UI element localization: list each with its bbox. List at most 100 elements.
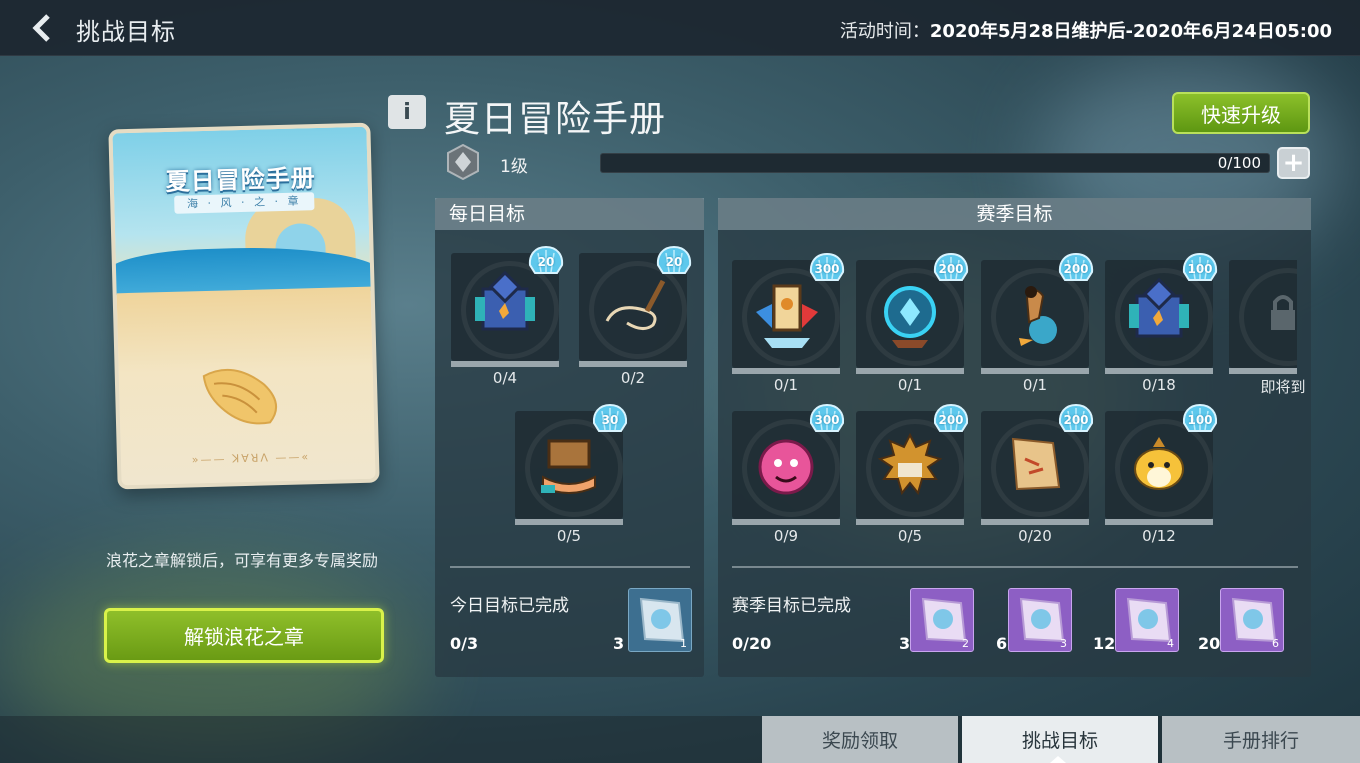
shell-points-badge: 20 bbox=[655, 245, 693, 279]
back-button[interactable] bbox=[30, 12, 62, 44]
fast-upgrade-button[interactable]: 快速升级 bbox=[1172, 92, 1310, 134]
active-tab-marker bbox=[1050, 756, 1066, 763]
lock-icon bbox=[1271, 295, 1295, 330]
level-progress-bar: 0/100 bbox=[600, 153, 1270, 173]
daily-reward-item[interactable]: 1 bbox=[628, 588, 692, 652]
goal-progress: 0/2 bbox=[620, 369, 646, 387]
reward-qty: 6 bbox=[1272, 637, 1279, 650]
season-goal-tile[interactable]: 300 bbox=[732, 252, 845, 376]
shell-points: 300 bbox=[814, 262, 840, 276]
shell-points-badge: 20 bbox=[527, 245, 565, 279]
conch-shell-icon bbox=[202, 368, 278, 425]
chevron-left-icon bbox=[32, 14, 50, 42]
event-time-value: 2020年5月28日维护后-2020年6月24日05:00 bbox=[929, 21, 1332, 42]
goal-progress: 0/1 bbox=[773, 376, 799, 394]
shell-points: 30 bbox=[601, 413, 619, 427]
reward-qty: 4 bbox=[1167, 637, 1174, 650]
add-exp-button[interactable]: + bbox=[1277, 147, 1310, 179]
shell-points-badge: 200 bbox=[1057, 252, 1095, 286]
daily-reward-need: 3 bbox=[613, 634, 625, 653]
book-cover-card: 夏日冒险手册 海 · 风 · 之 · 章 »—— ꓘꓯꓤꓥ ——« bbox=[108, 122, 380, 490]
season-goal-tile[interactable]: 200 bbox=[856, 252, 969, 376]
unlock-description: 浪花之章解锁后，可享有更多专属奖励 bbox=[106, 551, 379, 570]
goal-tile-frame bbox=[1229, 260, 1297, 368]
goal-tile-bar bbox=[981, 368, 1089, 374]
goal-tile-bar bbox=[579, 361, 687, 367]
season-reward-item[interactable]: 6 bbox=[1220, 588, 1284, 652]
shell-points: 200 bbox=[938, 413, 964, 427]
goal-tile-bar bbox=[856, 519, 964, 525]
daily-goal-tile[interactable]: 30 bbox=[515, 403, 628, 527]
reward-qty: 3 bbox=[1060, 637, 1067, 650]
shell-points-badge: 300 bbox=[808, 403, 846, 437]
shell-points-badge: 200 bbox=[932, 252, 970, 286]
shell-points-badge: 100 bbox=[1181, 403, 1219, 437]
event-time: 活动时间：2020年5月28日维护后-2020年6月24日05:00 bbox=[840, 17, 1332, 43]
shell-points-badge: 30 bbox=[591, 403, 629, 437]
goal-tile-bar bbox=[981, 519, 1089, 525]
season-reward-item[interactable]: 3 bbox=[1008, 588, 1072, 652]
season-reward-need: 12 bbox=[1093, 634, 1116, 653]
shell-points: 100 bbox=[1187, 262, 1213, 276]
shell-points: 20 bbox=[537, 255, 555, 269]
event-time-label: 活动时间： bbox=[839, 21, 930, 42]
progress-text: 0/100 bbox=[1217, 154, 1261, 172]
season-goals-header: 赛季目标 bbox=[718, 198, 1311, 230]
season-goal-tile[interactable]: 100 bbox=[1105, 252, 1218, 376]
tab-reward-claim[interactable]: 奖励领取 bbox=[762, 716, 958, 763]
season-reward-need: 3 bbox=[899, 634, 911, 653]
goal-tile-bar bbox=[732, 519, 840, 525]
level-label: 1级 bbox=[500, 157, 528, 177]
season-reward-item[interactable]: 4 bbox=[1115, 588, 1179, 652]
reward-qty: 2 bbox=[962, 637, 969, 650]
tab-handbook-ranking[interactable]: 手册排行 bbox=[1162, 716, 1360, 763]
goal-tile-bar bbox=[856, 368, 964, 374]
goal-progress: 0/20 bbox=[1018, 527, 1052, 545]
goal-tile-bar bbox=[515, 519, 623, 525]
goal-progress: 0/12 bbox=[1142, 527, 1176, 545]
daily-summary-count: 0/3 bbox=[450, 634, 479, 653]
goal-tile-bar bbox=[1229, 368, 1297, 374]
daily-goals-header: 每日目标 bbox=[435, 198, 704, 230]
season-reward-item[interactable]: 2 bbox=[910, 588, 974, 652]
season-goal-tile[interactable]: 200 bbox=[856, 403, 969, 527]
level-badge-icon bbox=[447, 144, 479, 180]
goal-progress: 0/9 bbox=[773, 527, 799, 545]
reward-qty: 1 bbox=[680, 637, 687, 650]
page-title: 挑战目标 bbox=[76, 18, 176, 46]
daily-divider bbox=[450, 566, 690, 568]
shell-points-badge: 300 bbox=[808, 252, 846, 286]
season-reward-need: 20 bbox=[1198, 634, 1221, 653]
shell-points-badge: 200 bbox=[932, 403, 970, 437]
shell-points: 200 bbox=[1063, 413, 1089, 427]
daily-goal-tile[interactable]: 20 bbox=[579, 245, 692, 369]
season-summary-label: 赛季目标已完成 bbox=[732, 596, 851, 616]
info-icon[interactable]: i bbox=[388, 95, 426, 129]
unlock-chapter-button[interactable]: 解锁浪花之章 bbox=[104, 608, 384, 663]
cover-subtitle: 海 · 风 · 之 · 章 bbox=[174, 192, 315, 214]
daily-goal-tile[interactable]: 20 bbox=[451, 245, 564, 369]
shell-points: 200 bbox=[938, 262, 964, 276]
season-goal-tile[interactable] bbox=[1229, 260, 1297, 376]
top-bar: 挑战目标 活动时间：2020年5月28日维护后-2020年6月24日05:00 bbox=[0, 0, 1360, 56]
season-divider bbox=[732, 566, 1298, 568]
goal-progress: 0/1 bbox=[897, 376, 923, 394]
goal-tile-bar bbox=[1105, 519, 1213, 525]
season-summary-count: 0/20 bbox=[732, 634, 772, 653]
goal-tile-bar bbox=[451, 361, 559, 367]
shell-points: 300 bbox=[814, 413, 840, 427]
shell-points: 20 bbox=[665, 255, 683, 269]
handbook-title: 夏日冒险手册 bbox=[444, 99, 667, 140]
shell-points-badge: 200 bbox=[1057, 403, 1095, 437]
goal-tile-bar bbox=[1105, 368, 1213, 374]
goal-progress: 0/18 bbox=[1142, 376, 1176, 394]
goal-progress: 0/4 bbox=[492, 369, 518, 387]
season-goal-tile[interactable]: 200 bbox=[981, 403, 1094, 527]
season-goal-tile[interactable]: 300 bbox=[732, 403, 845, 527]
shell-points: 100 bbox=[1187, 413, 1213, 427]
cover-title: 夏日冒险手册 bbox=[165, 164, 317, 197]
goal-progress: 0/5 bbox=[897, 527, 923, 545]
season-goal-tile[interactable]: 200 bbox=[981, 252, 1094, 376]
goal-progress: 0/5 bbox=[556, 527, 582, 545]
season-goal-tile[interactable]: 100 bbox=[1105, 403, 1218, 527]
